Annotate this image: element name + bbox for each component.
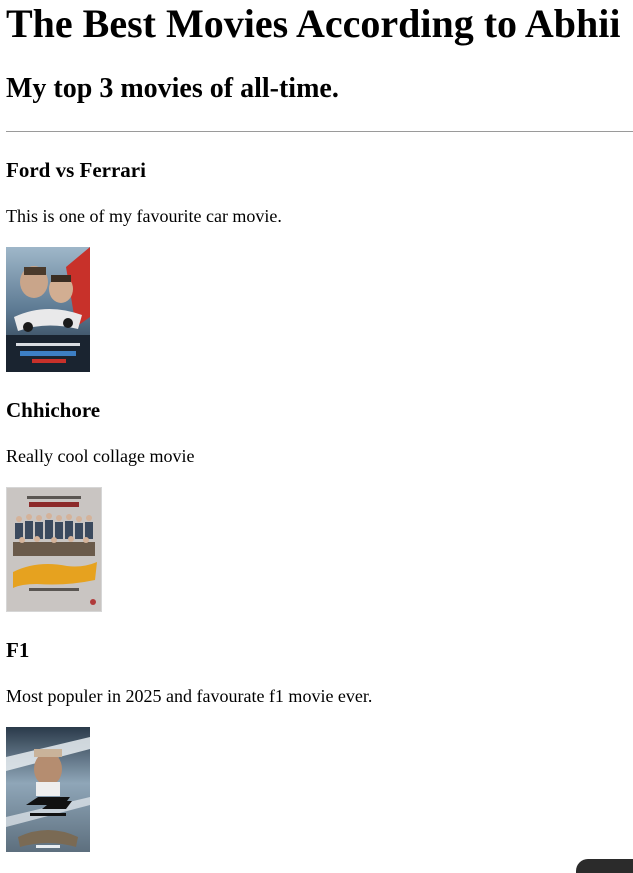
chhichore-poster-icon [7,488,101,611]
movie-title: Chhichore [6,398,101,422]
f1-poster-icon [6,727,90,852]
movie-poster-chhichore [6,487,102,612]
movie-item-chhichore: Chhichore Really cool collage movie [6,398,633,612]
movie-poster-f1 [6,727,90,852]
movie-poster-ford-vs-ferrari [6,247,90,372]
ford-vs-ferrari-poster-icon [6,247,90,372]
movie-description: Most populer in 2025 and favourate f1 mo… [6,686,373,706]
page-title: The Best Movies According to Abhii [6,1,621,46]
movie-description: Really cool collage movie [6,446,195,466]
movie-item-f1: F1 Most populer in 2025 and favourate f1… [6,638,633,852]
page-subtitle: My top 3 movies of all-time. [6,73,339,104]
divider [6,131,633,132]
movie-description: This is one of my favourite car movie. [6,206,282,226]
movie-title: F1 [6,638,30,662]
movie-item-ford-vs-ferrari: Ford vs Ferrari This is one of my favour… [6,158,633,372]
page: The Best Movies According to Abhii My to… [0,0,633,873]
movie-title: Ford vs Ferrari [6,158,146,182]
corner-widget[interactable] [576,859,633,873]
